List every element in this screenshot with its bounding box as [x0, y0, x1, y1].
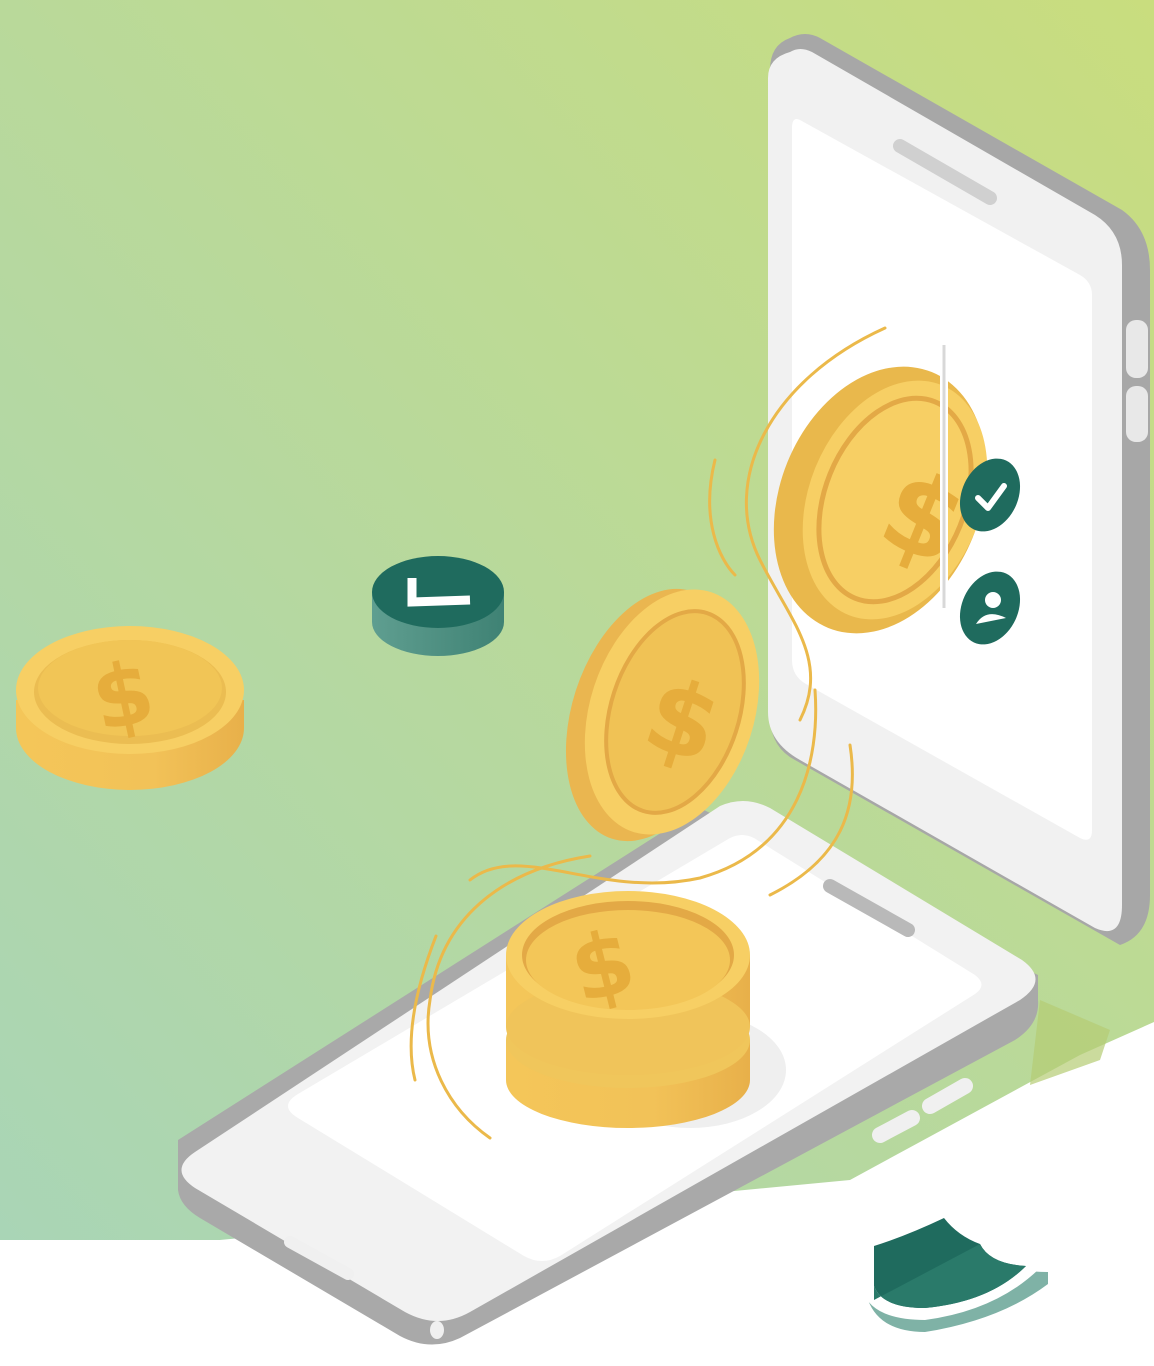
token-chip	[372, 556, 504, 656]
volume-button	[1126, 320, 1148, 378]
power-button	[1126, 386, 1148, 442]
illustration-scene: $ $ $ $	[0, 0, 1154, 1345]
shield-icon	[862, 1204, 1048, 1332]
headphone-jack	[430, 1321, 444, 1339]
coin-left: $	[16, 626, 244, 790]
